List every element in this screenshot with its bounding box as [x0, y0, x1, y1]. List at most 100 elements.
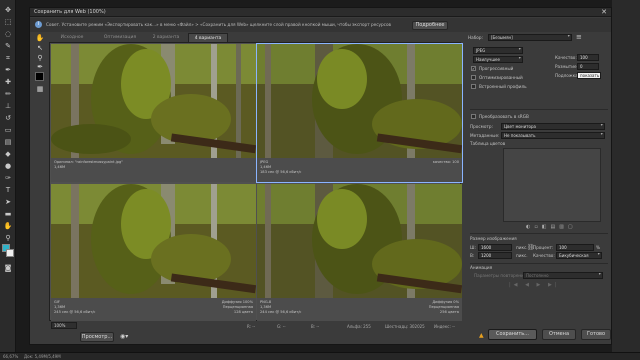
forest-image — [257, 184, 462, 298]
more-info-button[interactable]: Подробнее — [412, 21, 448, 30]
preview-in-browser-button[interactable]: Просмотр... — [80, 332, 114, 342]
image-size-label: Размер изображения — [470, 236, 517, 241]
marquee-tool-icon[interactable]: ⬚ — [3, 18, 13, 26]
convert-srgb-checkbox[interactable] — [471, 114, 476, 119]
embed-profile-checkbox[interactable] — [471, 84, 476, 89]
progressive-checkbox[interactable]: ✓ — [471, 66, 476, 71]
hand-tool-icon[interactable]: ✋ — [3, 222, 13, 230]
width-input[interactable]: 1600 — [478, 244, 512, 251]
brush-tool-icon[interactable]: ✏ — [3, 90, 13, 98]
color-table-tools[interactable]: ◐▫◧▤▥▢ — [526, 224, 577, 230]
pixel-info-bar: R: -- G: -- B: -- Альфа: 255 Шестнадц: 3… — [49, 322, 461, 332]
width-unit: пикс. — [516, 245, 528, 250]
tab-optimized[interactable]: Оптимизация — [96, 33, 144, 42]
blur-input[interactable]: 0 — [577, 63, 599, 70]
browser-icon[interactable]: ◉▾ — [120, 333, 133, 341]
dodge-tool-icon[interactable]: ● — [3, 162, 13, 170]
pane-colors: 128 цвета — [233, 310, 253, 314]
preset-select[interactable]: [Безымян] — [488, 34, 572, 41]
optimized-label: Оптимизированный — [479, 75, 523, 80]
zoom-tool-icon[interactable]: ⚲ — [3, 234, 13, 242]
preview-pane-png8[interactable]: PNG-8 1,36М 244 сек @ 56,6 кбит/с Диффуз… — [257, 184, 462, 321]
hex-readout: Шестнадц: 302025 — [385, 324, 425, 329]
width-label: Ш: — [470, 245, 476, 250]
photoshop-panels — [612, 0, 640, 352]
pane-palette: Перцепционная — [428, 305, 459, 309]
forest-image — [51, 44, 256, 158]
quality-mode-select[interactable]: Наилучшее — [473, 56, 523, 63]
tab-4-up[interactable]: 4 варианта — [188, 33, 228, 42]
resample-select[interactable]: Бикубическая — [556, 252, 602, 259]
eyedropper-tool-icon[interactable]: ✒ — [35, 63, 45, 72]
menu-icon[interactable]: ≡ — [576, 33, 582, 41]
percent-input[interactable]: 100 — [556, 244, 594, 251]
metadata-select[interactable]: Не показывать — [501, 132, 605, 139]
dialog-titlebar: Сохранить для Web (100%) ✕ — [30, 8, 611, 17]
resample-label: Качество: — [533, 253, 555, 258]
gradient-tool-icon[interactable]: ▤ — [3, 138, 13, 146]
stamp-tool-icon[interactable]: ⊥ — [3, 102, 13, 110]
forest-image — [257, 44, 462, 158]
preset-label: Набор: — [468, 35, 483, 40]
eyedropper-color-swatch[interactable] — [35, 72, 44, 81]
quick-select-icon[interactable]: ✎ — [3, 42, 13, 50]
status-doc-size: Док: 5,49М/5,49М — [24, 354, 61, 359]
pane-dither: Диффузия 0% — [432, 300, 459, 304]
pane-size: 1,46М — [54, 165, 66, 169]
height-input[interactable]: 1200 — [478, 252, 512, 259]
pane-palette: Перцепционная — [222, 305, 253, 309]
preview-select[interactable]: Цвет монитора — [501, 123, 605, 130]
tip-text: Совет. Установите режим «Экспортировать … — [46, 22, 391, 27]
hand-tool-icon[interactable]: ✋ — [35, 34, 45, 43]
color-table — [503, 148, 601, 222]
pane-format: JPEG — [260, 160, 269, 164]
tab-original[interactable]: Исходное — [50, 33, 94, 42]
zoom-tool-icon[interactable]: ⚲ — [35, 54, 45, 63]
tab-2-up[interactable]: 2 варианта — [146, 33, 186, 42]
quick-mask-icon[interactable]: ◙ — [3, 264, 13, 272]
warning-icon: ▲ — [479, 332, 484, 339]
metadata-label: Метаданные: — [470, 133, 500, 138]
pen-tool-icon[interactable]: ✑ — [3, 174, 13, 182]
path-select-icon[interactable]: ➤ — [3, 198, 13, 206]
cancel-button[interactable]: Отмена — [542, 329, 576, 340]
status-zoom: 66,67% — [3, 354, 19, 359]
divider — [470, 109, 608, 110]
preview-pane-gif[interactable]: GIF 1,36М 245 сек @ 56,6 кбит/с Диффузия… — [51, 184, 256, 321]
background-color-swatch[interactable] — [6, 249, 14, 257]
format-select[interactable]: JPEG — [473, 47, 523, 54]
info-icon: i — [35, 21, 42, 28]
pane-info: PNG-8 1,36М 244 сек @ 56,6 кбит/с Диффуз… — [257, 298, 462, 321]
crop-tool-icon[interactable]: ⌗ — [3, 54, 13, 62]
pane-dither: Диффузия 100% — [221, 300, 253, 304]
type-tool-icon[interactable]: T — [3, 186, 13, 194]
color-table-label: Таблица цветов — [470, 141, 506, 146]
convert-srgb-label: Преобразовать в sRGB — [479, 114, 529, 119]
save-button[interactable]: Сохранить... — [488, 329, 537, 340]
preview-pane-original[interactable]: Оригинал: "rainforestmossypaint.jpg" 1,4… — [51, 44, 256, 182]
eraser-tool-icon[interactable]: ▭ — [3, 126, 13, 134]
history-brush-icon[interactable]: ↺ — [3, 114, 13, 122]
index-readout: Индекс: -- — [434, 324, 455, 329]
slice-select-icon[interactable]: ↖ — [35, 44, 45, 53]
matte-select[interactable]: показать — [577, 72, 601, 79]
done-button[interactable]: Готово — [581, 329, 611, 340]
preview-pane-jpeg[interactable]: JPEG 1,46М 183 сек @ 56,6 кбит/с качеств… — [256, 43, 463, 183]
blur-tool-icon[interactable]: ◆ — [3, 150, 13, 158]
close-icon[interactable]: ✕ — [601, 8, 607, 16]
toggle-slices-icon[interactable]: ▦ — [35, 85, 45, 94]
healing-tool-icon[interactable]: ✚ — [3, 78, 13, 86]
pane-format: Оригинал: "rainforestmossypaint.jpg" — [54, 160, 123, 164]
alpha-readout: Альфа: 255 — [347, 324, 371, 329]
quality-input[interactable]: 100 — [577, 54, 599, 61]
lasso-tool-icon[interactable]: ◌ — [3, 30, 13, 38]
optimized-checkbox[interactable] — [471, 75, 476, 80]
move-tool-icon[interactable]: ✥ — [3, 6, 13, 14]
red-readout: R: -- — [247, 324, 256, 329]
percent-unit: % — [596, 245, 600, 250]
eyedropper-tool-icon[interactable]: ✒ — [3, 66, 13, 74]
view-tabs: Исходное Оптимизация 2 варианта 4 вариан… — [50, 33, 460, 42]
green-readout: G: -- — [277, 324, 286, 329]
shape-tool-icon[interactable]: ▬ — [3, 210, 13, 218]
blur-label: Размытие: — [555, 64, 578, 69]
